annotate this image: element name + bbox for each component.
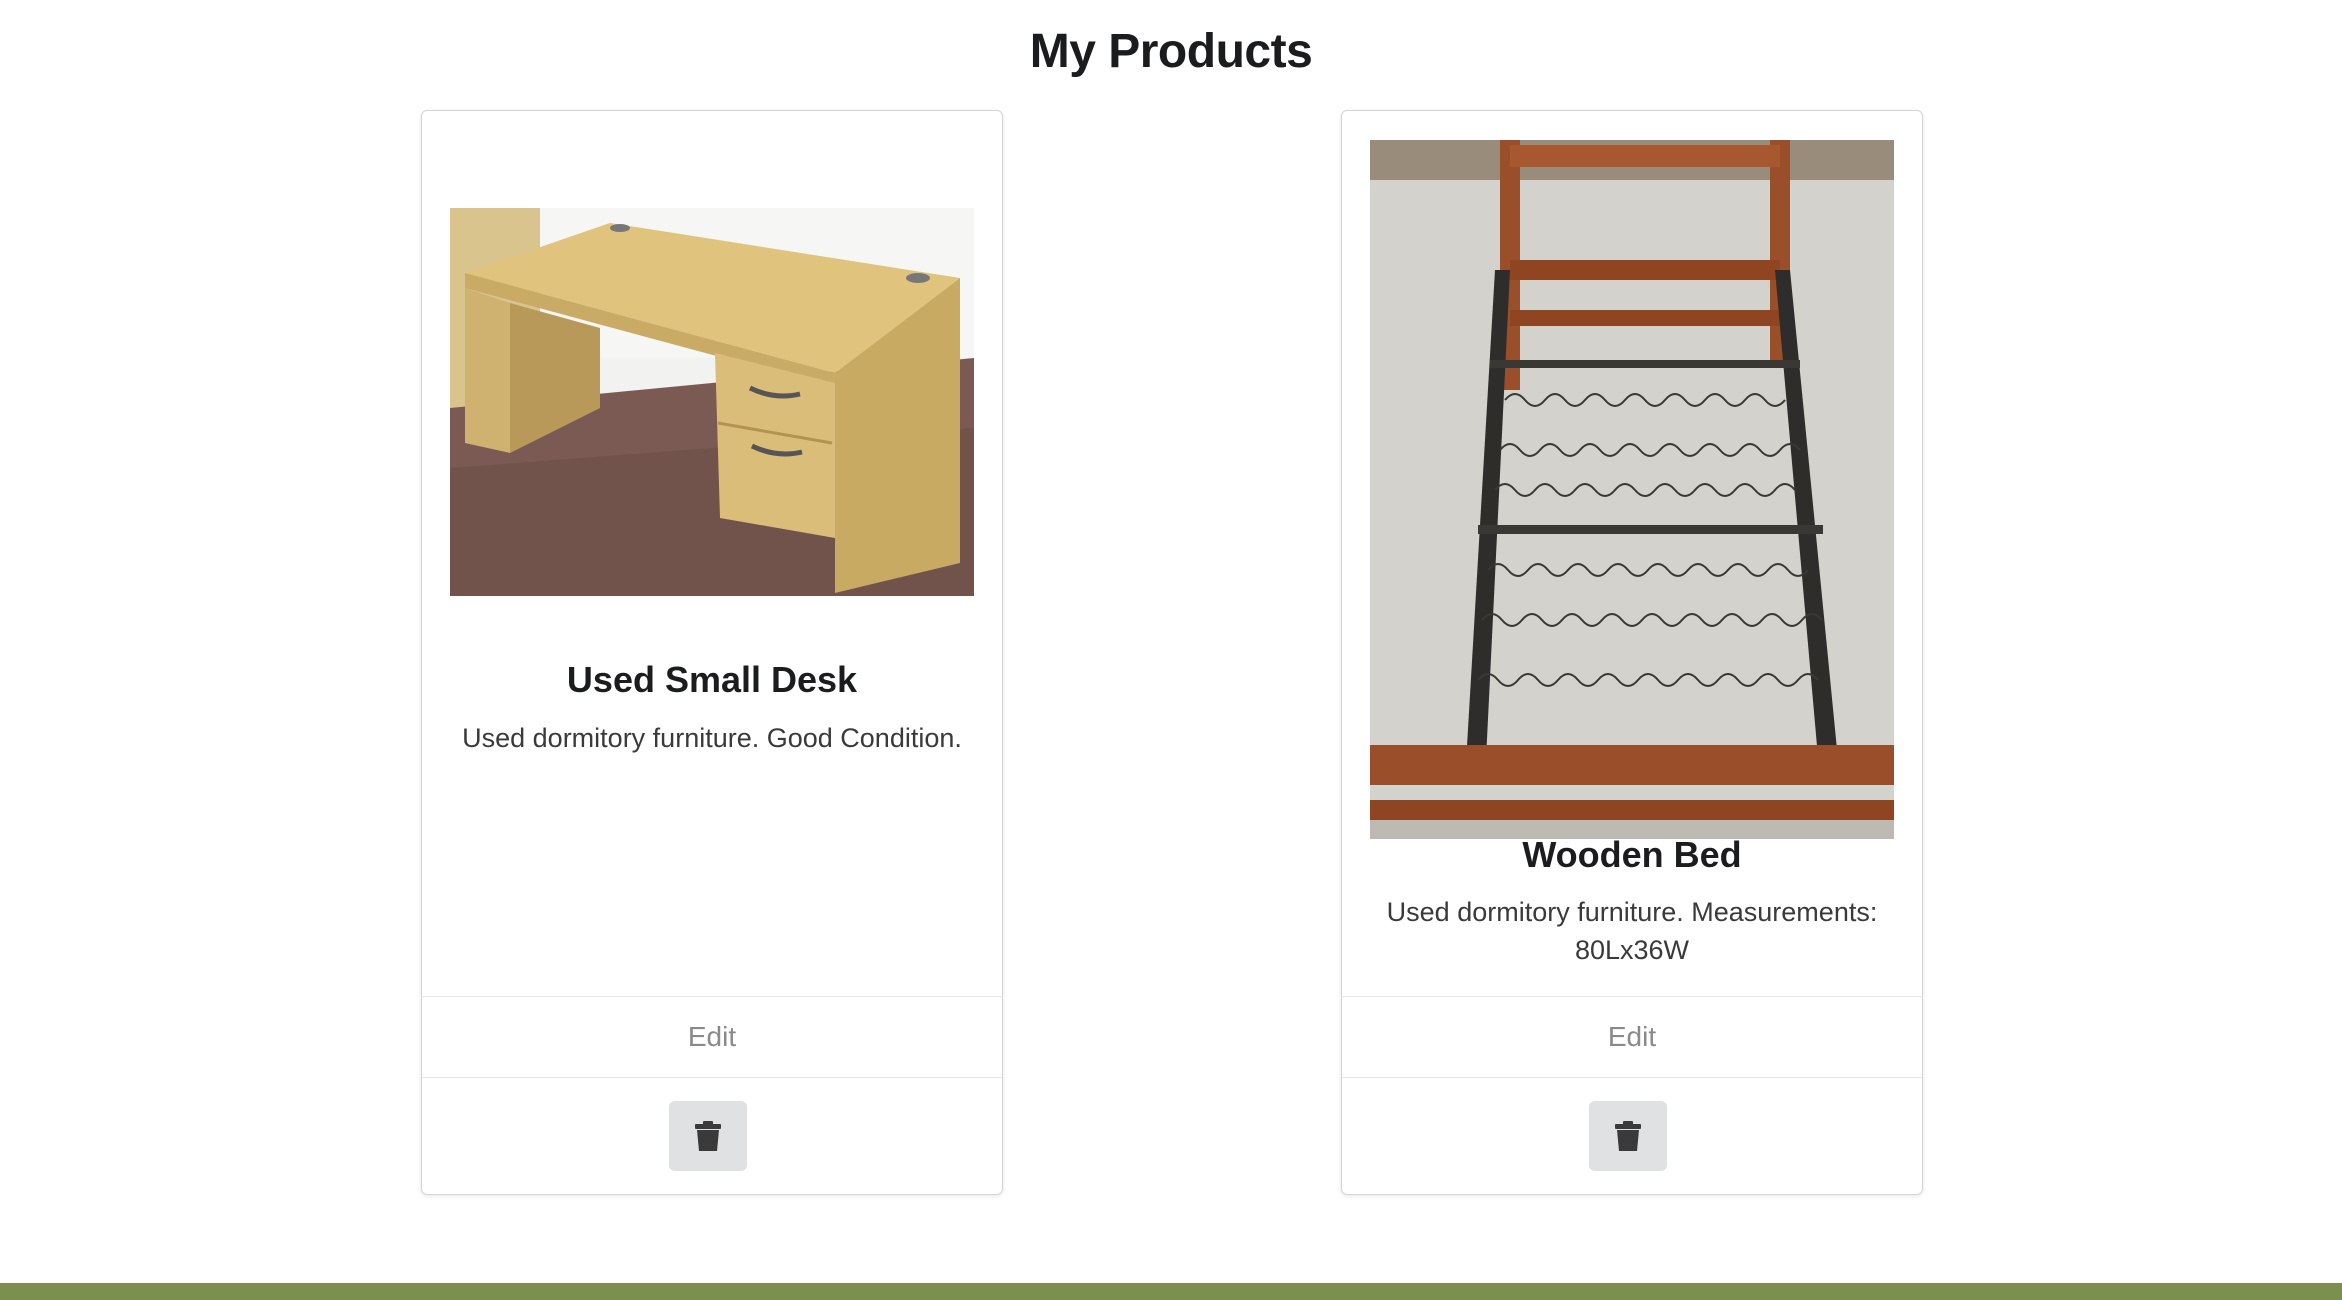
edit-button[interactable]: Edit xyxy=(422,996,1002,1078)
trash-icon xyxy=(695,1121,721,1151)
product-description: Used dormitory furniture. Good Condition… xyxy=(462,723,962,753)
product-card: Wooden Bed Used dormitory furniture. Mea… xyxy=(1341,110,1923,1195)
delete-button[interactable] xyxy=(669,1101,747,1171)
page-title: My Products xyxy=(1029,25,1313,78)
footer-bar xyxy=(0,1283,2342,1300)
trash-icon xyxy=(1615,1121,1641,1151)
product-image-desk xyxy=(450,208,974,596)
product-description: Used dormitory furniture. Measurements: … xyxy=(1386,897,1878,965)
product-image-bed xyxy=(1370,140,1894,839)
bed-frame-photo xyxy=(1370,140,1894,839)
my-products-page: My Products Used Small Desk Used dormito… xyxy=(0,0,2342,1300)
delete-button[interactable] xyxy=(1589,1101,1667,1171)
desk-photo xyxy=(450,208,974,596)
product-title: Used Small Desk xyxy=(566,659,858,700)
product-card: Used Small Desk Used dormitory furniture… xyxy=(421,110,1003,1195)
edit-button[interactable]: Edit xyxy=(1342,996,1922,1078)
product-title: Wooden Bed xyxy=(1522,834,1742,875)
